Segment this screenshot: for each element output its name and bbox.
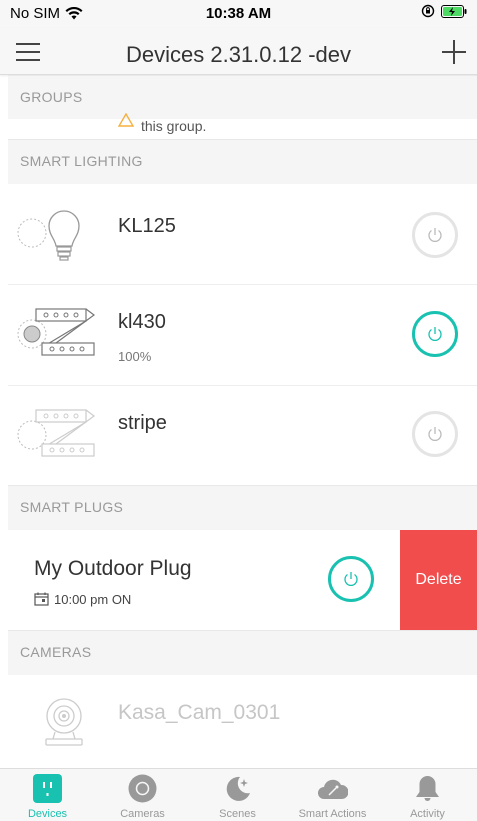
bell-icon: [416, 776, 439, 801]
tab-label: Devices: [27, 808, 68, 820]
devices-icon: [33, 774, 62, 803]
light-strip-icon: [17, 308, 96, 356]
device-name: stripe: [118, 412, 167, 434]
schedule-label: 10:00 pm ON: [54, 592, 132, 607]
status-right: [421, 4, 467, 18]
status-bar: No SIM 10:38 AM: [0, 0, 477, 28]
tab-cameras[interactable]: Cameras: [95, 769, 190, 821]
tab-bar: Devices Cameras Scenes Smart Actions Act…: [0, 768, 477, 821]
section-header-smart-lighting: SMART LIGHTING: [8, 139, 477, 185]
battery-icon: [441, 4, 467, 18]
device-row-kl430[interactable]: kl430 100%: [8, 285, 477, 386]
section-title: CAMERAS: [20, 644, 92, 660]
power-toggle-button[interactable]: [412, 411, 458, 457]
power-icon: [428, 228, 442, 242]
brightness-label: 100%: [118, 349, 152, 364]
tab-activity[interactable]: Activity: [380, 769, 475, 821]
add-device-button[interactable]: [439, 37, 469, 67]
bulb-icon: [17, 210, 80, 261]
device-name: My Outdoor Plug: [34, 557, 192, 580]
plus-icon: [442, 40, 466, 64]
moon-icon: [226, 776, 250, 801]
tab-label: Smart Actions: [298, 808, 367, 820]
camera-tab-icon: [128, 774, 157, 803]
groups-hint-text: this group.: [141, 118, 207, 134]
warning-icon: [118, 113, 134, 127]
tab-label: Scenes: [219, 808, 256, 820]
camera-icon: [45, 698, 83, 746]
device-row-camera[interactable]: Kasa_Cam_0301: [8, 675, 477, 768]
device-row-outdoor-plug[interactable]: My Outdoor Plug 10:00 pm ON Delete: [8, 530, 477, 631]
device-name: KL125: [118, 215, 176, 237]
cloud-icon: [318, 779, 348, 799]
section-header-groups: GROUPS: [8, 75, 477, 121]
delete-button[interactable]: Delete: [400, 530, 477, 630]
nav-bar: Devices 2.31.0.12 -dev: [0, 28, 477, 75]
power-toggle-button[interactable]: [412, 311, 458, 357]
tab-label: Activity: [410, 808, 445, 820]
section-title: SMART LIGHTING: [20, 153, 143, 169]
groups-hint-row: this group.: [8, 113, 477, 140]
device-row-kl125[interactable]: KL125: [8, 184, 477, 285]
orientation-lock-icon: [421, 4, 435, 18]
tab-smart-actions[interactable]: Smart Actions: [285, 769, 380, 821]
section-title: GROUPS: [20, 89, 83, 105]
power-icon: [428, 327, 442, 341]
section-title: SMART PLUGS: [20, 499, 124, 515]
tab-devices[interactable]: Devices: [0, 769, 95, 821]
calendar-icon: [34, 592, 49, 606]
tab-label: Cameras: [120, 808, 165, 820]
light-strip-icon: [17, 409, 96, 457]
device-name: kl430: [118, 311, 166, 333]
status-time: 10:38 AM: [205, 5, 272, 22]
section-header-smart-plugs: SMART PLUGS: [8, 485, 477, 531]
power-icon: [344, 572, 358, 586]
device-row-stripe[interactable]: stripe: [8, 386, 477, 486]
tab-scenes[interactable]: Scenes: [190, 769, 285, 821]
device-list[interactable]: GROUPS this group. SMART LIGHTING KL125: [8, 75, 477, 768]
page-title: Devices 2.31.0.12 -dev: [125, 42, 352, 67]
power-icon: [428, 427, 442, 441]
device-name: Kasa_Cam_0301: [118, 701, 281, 724]
power-toggle-button[interactable]: [328, 556, 374, 602]
section-header-cameras: CAMERAS: [8, 630, 477, 676]
power-toggle-button[interactable]: [412, 212, 458, 258]
